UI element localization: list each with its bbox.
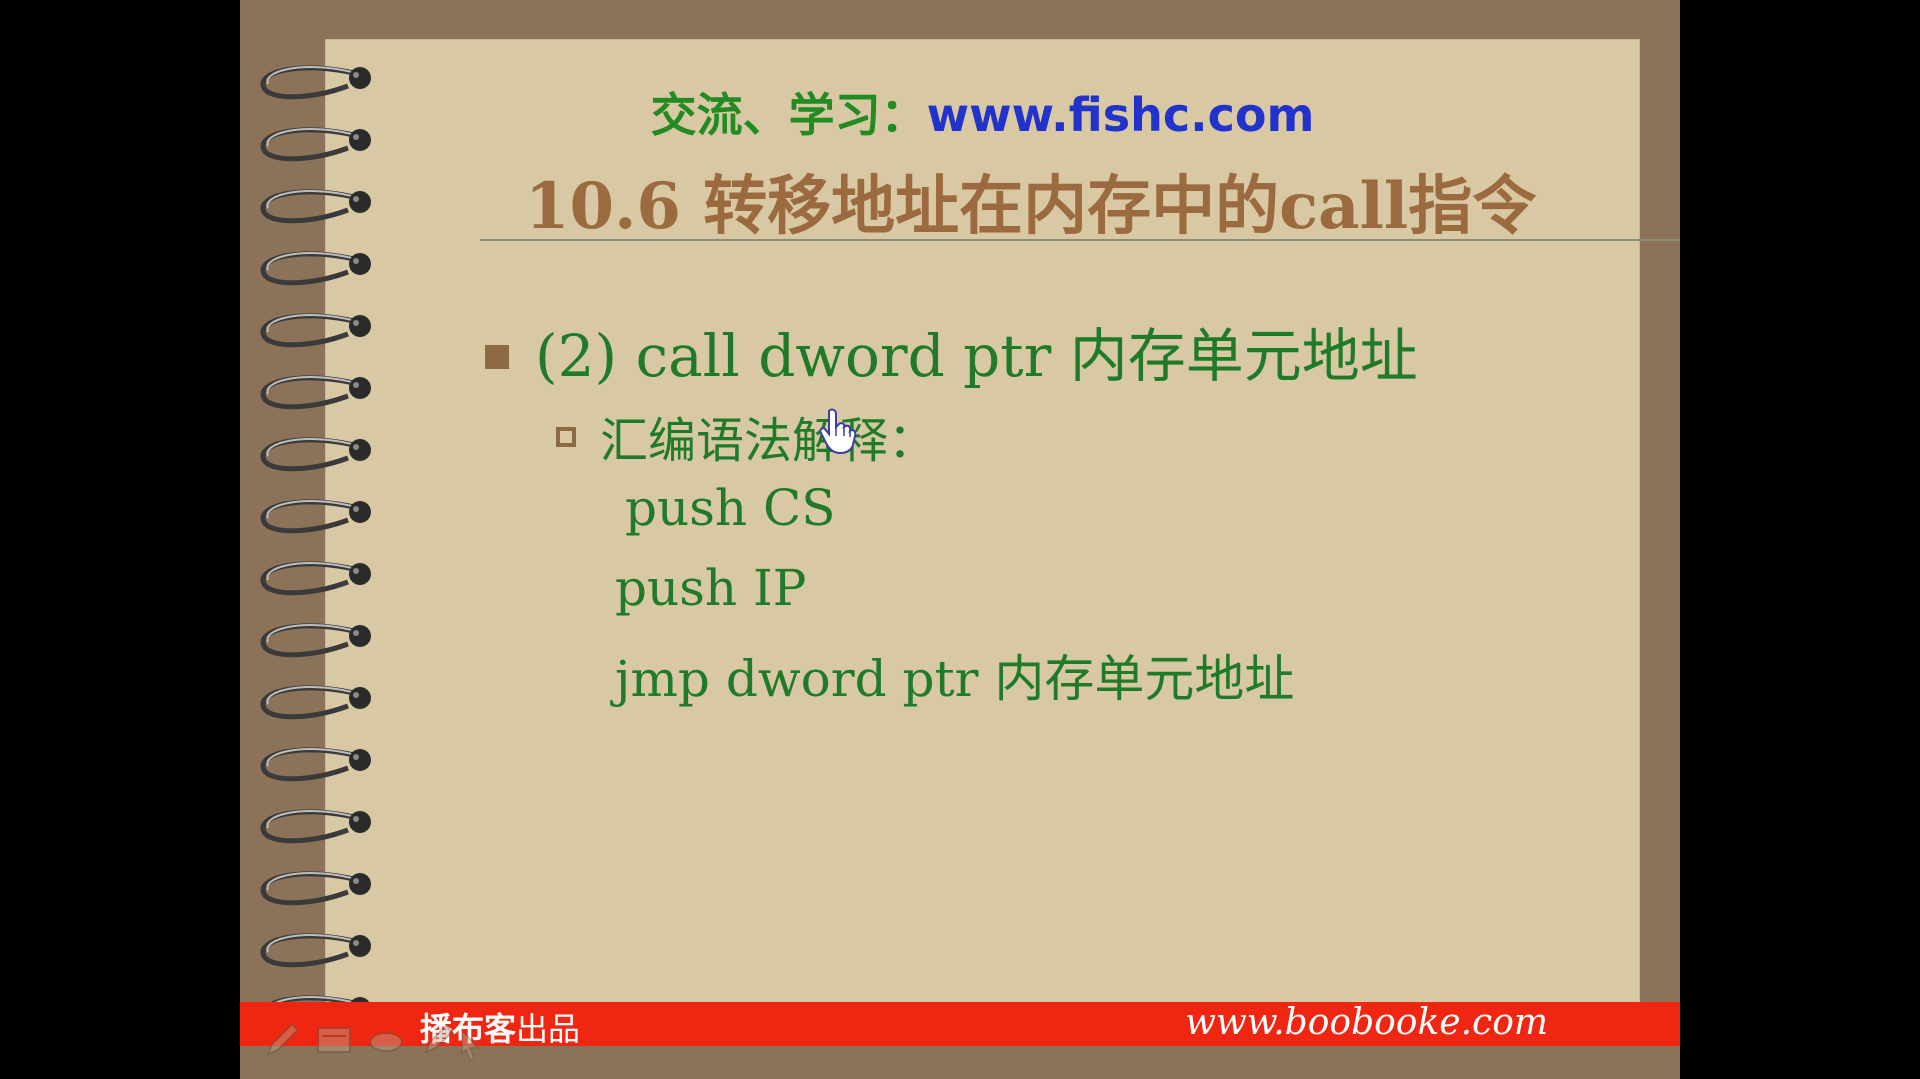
- header-url: www.fishc.com: [926, 88, 1315, 142]
- binding-hole-shine: [353, 382, 359, 388]
- header-banner: 交流、学习：www.fishc.com: [325, 79, 1640, 145]
- binding-hole-shine: [353, 506, 359, 512]
- binding-hole-shine: [353, 754, 359, 760]
- hand-cursor-icon: [819, 408, 857, 455]
- binding-hole-shine: [353, 196, 359, 202]
- footer-brand-suffix: 出品: [516, 1010, 581, 1048]
- binding-hole-shine: [353, 692, 359, 698]
- binding-hole: [349, 625, 371, 647]
- presentation-toolbar: [260, 1018, 480, 1068]
- code-line-2: push IP: [615, 559, 807, 617]
- binding-hole: [349, 811, 371, 833]
- code-line-1: push CS: [625, 479, 836, 537]
- slides-icon[interactable]: [312, 1018, 356, 1062]
- binding-hole: [349, 501, 371, 523]
- binding-hole: [349, 749, 371, 771]
- code-line-3: jmp dword ptr 内存单元地址: [615, 650, 1295, 708]
- footer-url: www.boobooke.com: [1185, 1002, 1548, 1043]
- binding-hole: [349, 439, 371, 461]
- binding-hole: [349, 687, 371, 709]
- binding-hole: [349, 67, 371, 89]
- arrow-pointer-icon[interactable]: [456, 1018, 484, 1062]
- eraser-icon[interactable]: [364, 1018, 408, 1062]
- binding-hole: [349, 377, 371, 399]
- spiral-binding-icon: [260, 65, 371, 1030]
- binding-hole: [349, 935, 371, 957]
- binding-hole: [349, 191, 371, 213]
- binding-hole-shine: [353, 444, 359, 450]
- title-divider: [480, 239, 1680, 241]
- binding-hole-shine: [353, 878, 359, 884]
- binding-hole-shine: [353, 630, 359, 636]
- slide-title: 10.6 转移地址在内存中的call指令: [525, 169, 1537, 244]
- binding-hole-shine: [353, 258, 359, 264]
- binding-hole-shine: [353, 568, 359, 574]
- highlighter-icon[interactable]: [416, 1018, 460, 1062]
- binding-hole-shine: [353, 72, 359, 78]
- bullet-level1-text: (2) call dword ptr 内存单元地址: [535, 322, 1418, 390]
- header-prefix: 交流、学习：: [650, 88, 927, 142]
- bullet-level2-text: 汇编语法解释：: [600, 413, 937, 469]
- binding-hole: [349, 563, 371, 585]
- pen-icon[interactable]: [260, 1018, 304, 1062]
- binding-hole-shine: [353, 320, 359, 326]
- binding-hole: [349, 253, 371, 275]
- binding-hole-shine: [353, 134, 359, 140]
- binding-hole-shine: [353, 816, 359, 822]
- notebook-page: 交流、学习：www.fishc.com 10.6 转移地址在内存中的call指令…: [325, 39, 1680, 1004]
- binding-hole: [349, 129, 371, 151]
- binding-hole-shine: [353, 940, 359, 946]
- hollow-square-bullet-icon: [556, 427, 576, 447]
- binding-hole: [349, 873, 371, 895]
- binding-hole: [349, 315, 371, 337]
- slide-frame: 交流、学习：www.fishc.com 10.6 转移地址在内存中的call指令…: [240, 0, 1680, 1079]
- square-bullet-icon: [485, 345, 509, 369]
